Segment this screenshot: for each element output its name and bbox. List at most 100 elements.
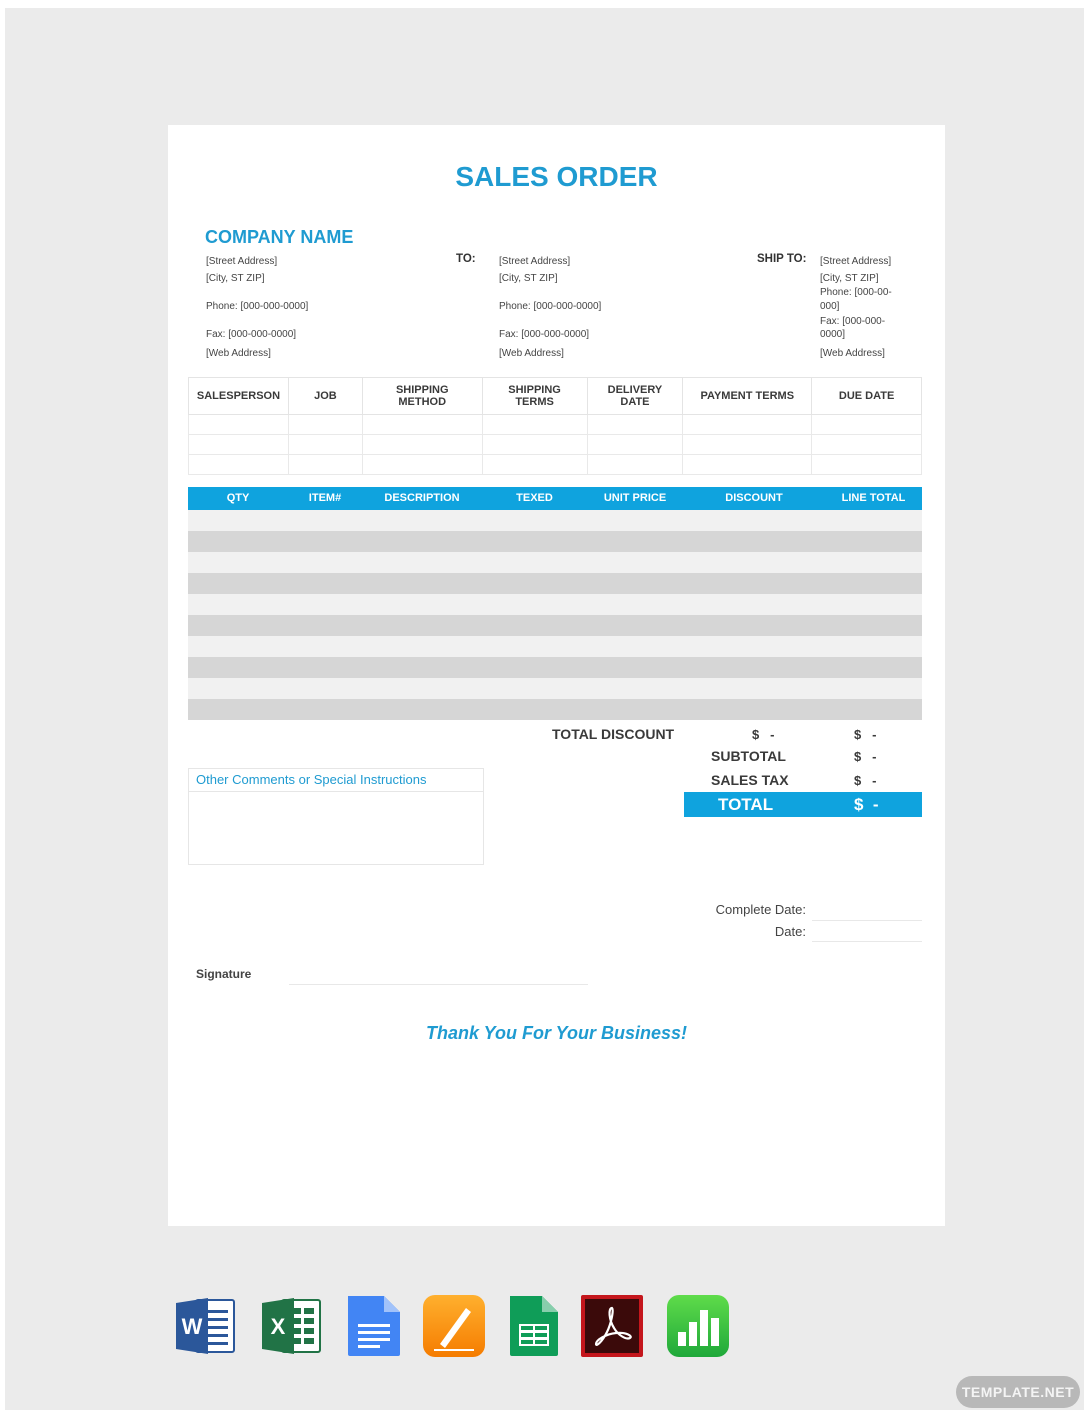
item-table-header: QTY ITEM# DESCRIPTION TEXED UNIT PRICE D…: [188, 487, 922, 510]
cell[interactable]: [481, 414, 588, 435]
item-row[interactable]: [188, 678, 922, 699]
signature-line[interactable]: [289, 984, 588, 985]
numbers-icon[interactable]: [666, 1294, 730, 1358]
subtotal-label: SUBTOTAL: [711, 748, 786, 764]
cell[interactable]: [287, 454, 363, 475]
header-shipping-terms: SHIPPING TERMS: [481, 377, 588, 415]
google-sheets-icon[interactable]: [502, 1294, 566, 1358]
ship-to-street: [Street Address]: [820, 256, 892, 267]
ship-to-web: [Web Address]: [820, 348, 885, 359]
item-row[interactable]: [188, 657, 922, 678]
header-item-number: ITEM#: [308, 492, 342, 504]
ship-to-phone: Phone: [000-00-: [820, 287, 892, 298]
template-net-badge[interactable]: TEMPLATE.NET: [956, 1376, 1080, 1408]
sales-order-document: SALES ORDER COMPANY NAME [Street Address…: [168, 125, 945, 1226]
ship-to-fax: Fax: [000-000-: [820, 316, 886, 327]
to-fax: Fax: [000-000-0000]: [499, 329, 590, 340]
header-shipping-method: SHIPPING METHOD: [361, 377, 483, 415]
cell[interactable]: [188, 454, 289, 475]
header-salesperson: SALESPERSON: [188, 377, 289, 415]
header-delivery-date: DELIVERY DATE: [586, 377, 684, 415]
page-background: SALES ORDER COMPANY NAME [Street Address…: [5, 8, 1084, 1410]
item-row[interactable]: [188, 615, 922, 636]
company-phone: Phone: [000-000-0000]: [206, 301, 309, 312]
ship-to-city: [City, ST ZIP]: [820, 273, 879, 284]
cell[interactable]: [481, 434, 588, 455]
header-qty: QTY: [226, 492, 250, 504]
header-unit-price: UNIT PRICE: [603, 492, 667, 504]
company-web: [Web Address]: [206, 348, 271, 359]
cell[interactable]: [586, 454, 684, 475]
item-row[interactable]: [188, 594, 922, 615]
cell[interactable]: [811, 434, 922, 455]
company-street: [Street Address]: [206, 256, 278, 267]
to-city: [City, ST ZIP]: [499, 273, 558, 284]
ship-to-phone-cont: 000]: [820, 301, 840, 312]
pages-icon[interactable]: [422, 1294, 486, 1358]
order-info-row: [188, 454, 922, 475]
header-discount: DISCOUNT: [725, 492, 783, 504]
header-description: DESCRIPTION: [384, 492, 460, 504]
header-payment-terms: PAYMENT TERMS: [682, 377, 813, 415]
cell[interactable]: [682, 414, 813, 435]
total-discount-label: TOTAL DISCOUNT: [552, 726, 675, 742]
to-phone: Phone: [000-000-0000]: [499, 301, 602, 312]
date-field[interactable]: [812, 941, 922, 942]
header-line-total: LINE TOTAL: [841, 492, 906, 504]
cell[interactable]: [287, 414, 363, 435]
cell[interactable]: [287, 434, 363, 455]
order-info-header-row: SALESPERSON JOB SHIPPING METHOD SHIPPING T…: [188, 377, 922, 415]
svg-text:W: W: [182, 1314, 203, 1339]
to-label: TO:: [456, 253, 476, 265]
item-row[interactable]: [188, 636, 922, 657]
item-row[interactable]: [188, 552, 922, 573]
to-web: [Web Address]: [499, 348, 564, 359]
order-info-row: [188, 414, 922, 435]
company-fax: Fax: [000-000-0000]: [206, 329, 297, 340]
order-info-table: SALESPERSON JOB SHIPPING METHOD SHIPPING T…: [188, 377, 922, 475]
svg-text:X: X: [271, 1314, 286, 1339]
total-label: TOTAL: [718, 795, 774, 814]
cell[interactable]: [361, 454, 483, 475]
google-docs-icon[interactable]: [342, 1294, 406, 1358]
total-bar: TOTAL $ -: [684, 792, 922, 817]
header-job: JOB: [287, 377, 363, 415]
word-icon[interactable]: W: [174, 1294, 238, 1358]
item-row[interactable]: [188, 699, 922, 720]
cell[interactable]: [188, 434, 289, 455]
total-value: $ -: [854, 795, 879, 814]
to-street: [Street Address]: [499, 256, 571, 267]
company-city: [City, ST ZIP]: [206, 273, 265, 284]
complete-date-field[interactable]: [812, 920, 922, 921]
company-name: COMPANY NAME: [205, 227, 354, 247]
cell[interactable]: [586, 414, 684, 435]
cell[interactable]: [481, 454, 588, 475]
ship-to-label: SHIP TO:: [757, 253, 807, 265]
signature-label: Signature: [196, 967, 252, 981]
complete-date-label: Complete Date:: [715, 902, 806, 917]
date-label: Date:: [774, 924, 806, 939]
order-info-row: [188, 434, 922, 455]
cell[interactable]: [811, 414, 922, 435]
cell[interactable]: [361, 414, 483, 435]
cell[interactable]: [586, 434, 684, 455]
excel-icon[interactable]: X: [260, 1294, 324, 1358]
document-title: SALES ORDER: [455, 161, 658, 192]
cell[interactable]: [361, 434, 483, 455]
cell[interactable]: [682, 454, 813, 475]
subtotal-value: $ -: [854, 749, 877, 764]
item-row[interactable]: [188, 510, 922, 531]
ship-to-fax-cont: 0000]: [820, 329, 846, 340]
item-row[interactable]: [188, 531, 922, 552]
sales-tax-value: $ -: [854, 773, 877, 788]
cell[interactable]: [811, 454, 922, 475]
header-texed: TEXED: [516, 492, 553, 504]
comments-label: Other Comments or Special Instructions: [189, 769, 483, 792]
comments-box[interactable]: Other Comments or Special Instructions: [188, 768, 484, 865]
total-discount-value: $ -: [752, 727, 775, 742]
cell[interactable]: [682, 434, 813, 455]
pdf-icon[interactable]: [580, 1294, 644, 1358]
item-row[interactable]: [188, 573, 922, 594]
cell[interactable]: [188, 414, 289, 435]
header-due-date: DUE DATE: [811, 377, 922, 415]
